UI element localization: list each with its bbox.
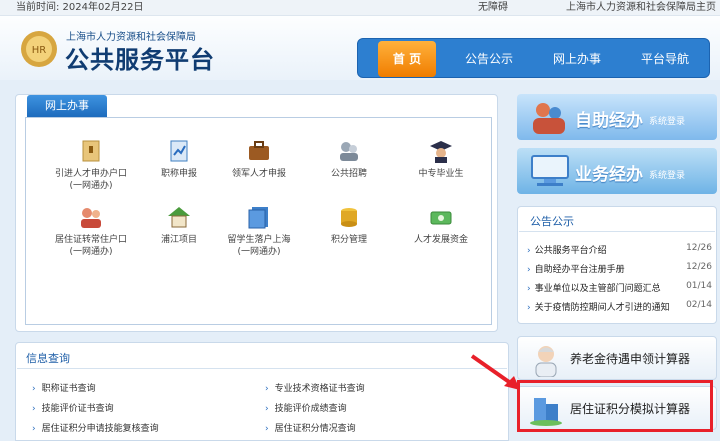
page-title: 公共服务平台: [65, 46, 215, 74]
service-public-recruitment[interactable]: 公共招聘: [304, 138, 394, 180]
service-residence-permit-hukou[interactable]: 居住证转常住户口 (一网通办): [46, 204, 136, 258]
pension-calculator-label: 养老金待遇申领计算器: [570, 352, 691, 366]
briefcase-icon: [249, 141, 269, 160]
service-points-management[interactable]: 积分管理: [304, 204, 394, 246]
family-icon: [81, 208, 101, 228]
notice-title: 事业单位以及主管部门问题汇总: [527, 284, 661, 294]
current-date: 当前时间: 2024年02月22日: [16, 2, 144, 13]
service-label: 居住证转常住户口 (一网通办): [54, 235, 127, 257]
notice-date: 12/26: [686, 262, 712, 272]
notice-date: 02/14: [686, 300, 712, 310]
folder-icon: [82, 140, 100, 162]
document-chart-icon: [170, 140, 188, 162]
online-services-tab[interactable]: 网上办事: [27, 95, 107, 117]
service-label: 公共招聘: [330, 169, 367, 179]
money-icon: [430, 211, 452, 225]
house-icon: [168, 207, 190, 228]
notice-title: 公共服务平台介绍: [527, 246, 607, 256]
notice-item[interactable]: 公共服务平台介绍 12/26: [527, 243, 712, 256]
service-label: 引进人才申办户口 (一网通办): [54, 169, 127, 191]
service-label: 浦江项目: [160, 235, 197, 245]
residence-points-calculator-button[interactable]: 居住证积分模拟计算器: [517, 386, 717, 430]
notice-item[interactable]: 事业单位以及主管部门问题汇总 01/14: [527, 281, 712, 294]
service-label: 积分管理: [330, 235, 367, 245]
business-sublabel: 系统登录: [649, 171, 686, 181]
notice-title: 自助经办平台注册手册: [527, 265, 625, 275]
divider: [519, 231, 715, 232]
coins-icon: [341, 208, 357, 227]
business-login-button[interactable]: 业务经办 系统登录: [517, 148, 717, 194]
bureau-home-link[interactable]: 上海市人力资源和社会保障局主页: [566, 0, 716, 16]
notice-date: 12/26: [686, 243, 712, 253]
service-returnee-settlement[interactable]: 留学生落户上海 (一网通办): [214, 204, 304, 258]
people-icon: [533, 103, 565, 134]
service-label: 人才发展资金: [413, 235, 468, 245]
svg-text:HR: HR: [32, 45, 47, 56]
people-icon: [340, 142, 358, 161]
query-professional-cert[interactable]: 专业技术资格证书查询: [265, 381, 365, 394]
computer-icon: [531, 155, 569, 186]
service-label: 中专毕业生: [418, 169, 464, 179]
passport-icon: [248, 207, 268, 229]
service-talent-hukou[interactable]: 引进人才申办户口 (一网通办): [46, 138, 136, 192]
service-vocational-graduates[interactable]: 中专毕业生: [396, 138, 486, 180]
notice-title: 关于疫情防控期间人才引进的通知: [527, 303, 670, 313]
notice-item[interactable]: 自助经办平台注册手册 12/26: [527, 262, 712, 275]
query-points-skill-review[interactable]: 居住证积分申请技能复核查询: [32, 421, 159, 434]
pension-calculator-button[interactable]: 养老金待遇申领计算器: [517, 336, 717, 380]
elderly-person-icon: [535, 346, 557, 377]
divider: [17, 368, 507, 369]
main-nav: 首 页 公告公示 网上办事 平台导航: [357, 38, 710, 78]
service-pujiang-project[interactable]: 浦江项目: [134, 204, 224, 246]
self-service-login-button[interactable]: 自助经办 系统登录: [517, 94, 717, 140]
business-label: 业务经办: [575, 165, 643, 185]
service-title-application[interactable]: 职称申报: [134, 138, 224, 180]
service-label: 留学生落户上海 (一网通办): [227, 235, 291, 257]
building-icon: [530, 398, 562, 426]
self-service-label: 自助经办: [575, 111, 643, 131]
service-label: 领军人才申报: [231, 169, 286, 179]
nav-platform-guide[interactable]: 平台导航: [630, 39, 700, 79]
notice-item[interactable]: 关于疫情防控期间人才引进的通知 02/14: [527, 300, 712, 313]
residence-points-calculator-label: 居住证积分模拟计算器: [570, 402, 691, 416]
info-query-title: 信息查询: [26, 352, 70, 365]
top-bar: 当前时间: 2024年02月22日 无障碍 上海市人力资源和社会保障局主页: [0, 0, 720, 16]
annotation-arrow-icon: [470, 354, 520, 390]
nav-announcements[interactable]: 公告公示: [454, 39, 524, 79]
query-skill-score[interactable]: 技能评价成绩查询: [265, 401, 347, 414]
logo-icon: HR: [21, 31, 57, 67]
accessibility-link[interactable]: 无障碍: [478, 0, 508, 16]
service-label: 职称申报: [160, 169, 197, 179]
query-residence-points[interactable]: 居住证积分情况查询: [265, 421, 356, 434]
service-talent-fund[interactable]: 人才发展资金: [396, 204, 486, 246]
graduate-icon: [430, 141, 452, 163]
query-title-cert[interactable]: 职称证书查询: [32, 381, 96, 394]
announcement-title: 公告公示: [530, 215, 574, 228]
service-leading-talent[interactable]: 领军人才申报: [214, 138, 304, 180]
query-skill-cert[interactable]: 技能评价证书查询: [32, 401, 114, 414]
header: HR 上海市人力资源和社会保障局 公共服务平台 首 页 公告公示 网上办事 平台…: [0, 16, 720, 80]
nav-online-services[interactable]: 网上办事: [542, 39, 612, 79]
online-services-grid: 引进人才申办户口 (一网通办) 职称申报 领军人才申报 公共招聘 中专毕业生 居…: [25, 117, 492, 325]
notice-date: 01/14: [686, 281, 712, 291]
self-service-sublabel: 系统登录: [649, 117, 686, 127]
nav-home[interactable]: 首 页: [378, 41, 436, 77]
